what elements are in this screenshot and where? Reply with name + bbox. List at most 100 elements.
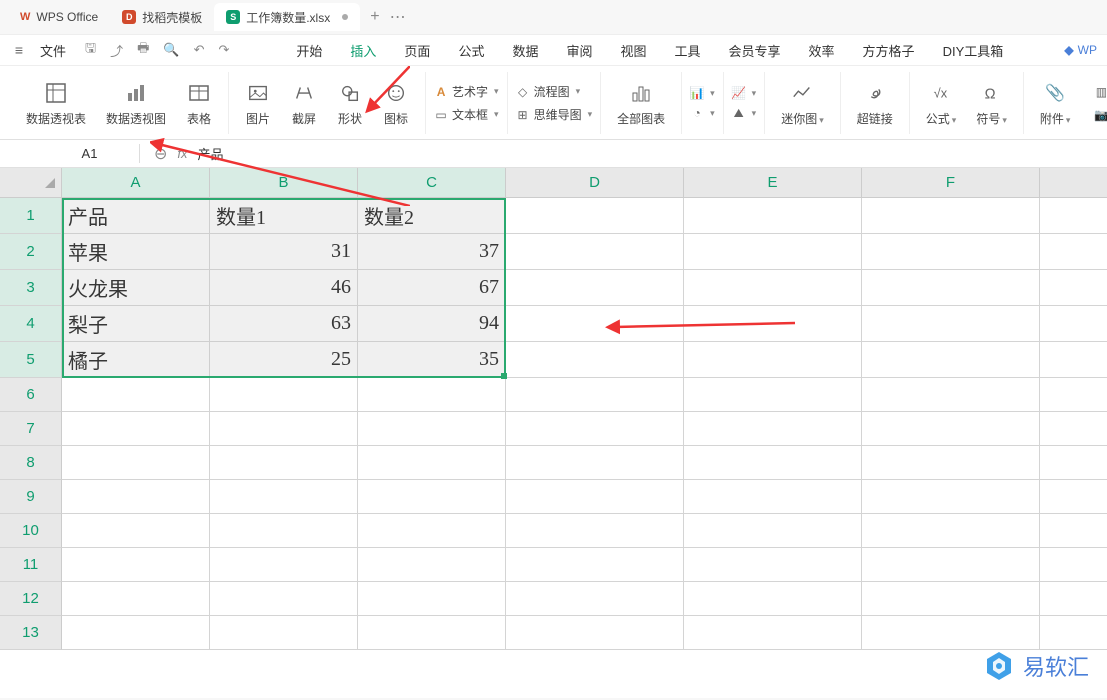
cell[interactable] <box>506 616 684 650</box>
cell[interactable]: 产品 <box>62 198 210 234</box>
cell[interactable] <box>62 378 210 412</box>
cell[interactable] <box>862 234 1040 270</box>
cell[interactable] <box>210 480 358 514</box>
cell[interactable] <box>62 480 210 514</box>
row-header-9[interactable]: 9 <box>0 480 62 514</box>
sparkline-button[interactable]: 迷你图▾ <box>775 80 830 127</box>
cell[interactable] <box>506 480 684 514</box>
cell[interactable] <box>684 270 862 306</box>
cell[interactable] <box>506 234 684 270</box>
row-header-2[interactable]: 2 <box>0 234 62 270</box>
cell[interactable] <box>506 342 684 378</box>
line-chart-button[interactable]: 📈▾ <box>732 86 757 100</box>
cell[interactable] <box>862 412 1040 446</box>
cell[interactable]: 梨子 <box>62 306 210 342</box>
column-header-G[interactable]: G <box>1040 168 1107 198</box>
tab-diy[interactable]: DIY工具箱 <box>943 41 1004 60</box>
cell[interactable] <box>210 514 358 548</box>
fx-icon[interactable]: fx <box>177 146 187 161</box>
cell[interactable] <box>506 412 684 446</box>
cell[interactable] <box>62 446 210 480</box>
cell[interactable]: 橘子 <box>62 342 210 378</box>
cell[interactable] <box>210 412 358 446</box>
row-header-10[interactable]: 10 <box>0 514 62 548</box>
cell[interactable] <box>684 342 862 378</box>
cell[interactable] <box>684 446 862 480</box>
textbox-button[interactable]: ▭文本框▾ <box>434 106 499 123</box>
cell[interactable] <box>862 446 1040 480</box>
tab-formula[interactable]: 公式 <box>458 41 484 60</box>
row-header-4[interactable]: 4 <box>0 306 62 342</box>
icon-button[interactable]: 图标 <box>377 80 415 127</box>
tab-member[interactable]: 会员专享 <box>729 41 781 60</box>
cell[interactable]: 67 <box>358 270 506 306</box>
cell[interactable] <box>862 514 1040 548</box>
cell[interactable] <box>358 412 506 446</box>
column-header-E[interactable]: E <box>684 168 862 198</box>
camera-button[interactable]: 📷照相 <box>1094 106 1107 123</box>
tab-page[interactable]: 页面 <box>404 41 430 60</box>
cell[interactable] <box>506 198 684 234</box>
cell[interactable] <box>506 582 684 616</box>
zoom-icon[interactable]: ⊖ <box>154 144 167 164</box>
cell[interactable] <box>1040 270 1107 306</box>
tab-ffgz[interactable]: 方方格子 <box>863 41 915 60</box>
wp-brand[interactable]: ◆ WP <box>1064 43 1097 57</box>
cell[interactable] <box>1040 514 1107 548</box>
row-header-7[interactable]: 7 <box>0 412 62 446</box>
cell[interactable] <box>684 582 862 616</box>
cell[interactable] <box>210 548 358 582</box>
row-header-13[interactable]: 13 <box>0 616 62 650</box>
tab-tools[interactable]: 工具 <box>675 41 701 60</box>
pivot-table-button[interactable]: 数据透视表 <box>20 80 92 127</box>
formula-button[interactable]: √x 公式▾ <box>920 80 963 127</box>
preview-icon[interactable]: 🔍 <box>160 42 182 58</box>
column-header-F[interactable]: F <box>862 168 1040 198</box>
cell[interactable]: 苹果 <box>62 234 210 270</box>
cell[interactable]: 25 <box>210 342 358 378</box>
row-header-5[interactable]: 5 <box>0 342 62 378</box>
cell[interactable] <box>684 548 862 582</box>
cell[interactable] <box>62 582 210 616</box>
cell[interactable]: 63 <box>210 306 358 342</box>
cell[interactable] <box>1040 234 1107 270</box>
cell[interactable] <box>862 480 1040 514</box>
cell[interactable] <box>62 514 210 548</box>
column-header-A[interactable]: A <box>62 168 210 198</box>
cell-area[interactable]: 产品数量1数量2苹果3137火龙果4667梨子6394橘子2535 <box>62 198 1107 650</box>
cell[interactable] <box>862 548 1040 582</box>
app-tab-wps[interactable]: W WPS Office <box>8 3 110 31</box>
cell[interactable] <box>1040 412 1107 446</box>
pivot-chart-button[interactable]: 数据透视图 <box>100 80 172 127</box>
cell[interactable] <box>506 270 684 306</box>
save-icon[interactable]: 🖫 <box>82 39 99 61</box>
cell[interactable] <box>1040 582 1107 616</box>
cell[interactable] <box>1040 446 1107 480</box>
cell[interactable] <box>506 306 684 342</box>
cell[interactable] <box>358 582 506 616</box>
all-charts-button[interactable]: 全部图表 <box>611 80 671 127</box>
cell[interactable] <box>862 378 1040 412</box>
cell[interactable] <box>506 446 684 480</box>
tab-review[interactable]: 审阅 <box>566 41 592 60</box>
cell[interactable]: 35 <box>358 342 506 378</box>
cell[interactable] <box>210 446 358 480</box>
cell[interactable] <box>862 582 1040 616</box>
row-header-11[interactable]: 11 <box>0 548 62 582</box>
cell[interactable] <box>210 616 358 650</box>
cell[interactable] <box>358 446 506 480</box>
cell[interactable] <box>210 582 358 616</box>
cell[interactable] <box>684 480 862 514</box>
shapes-button[interactable]: 形状 <box>331 80 369 127</box>
cell[interactable] <box>210 378 358 412</box>
cell[interactable] <box>1040 306 1107 342</box>
cell[interactable] <box>506 514 684 548</box>
cell[interactable] <box>1040 342 1107 378</box>
picture-button[interactable]: 图片 <box>239 80 277 127</box>
cell[interactable] <box>1040 378 1107 412</box>
cell[interactable] <box>358 378 506 412</box>
tab-insert[interactable]: 插入 <box>350 41 376 60</box>
cell[interactable] <box>862 306 1040 342</box>
cell[interactable]: 94 <box>358 306 506 342</box>
cell[interactable] <box>1040 480 1107 514</box>
